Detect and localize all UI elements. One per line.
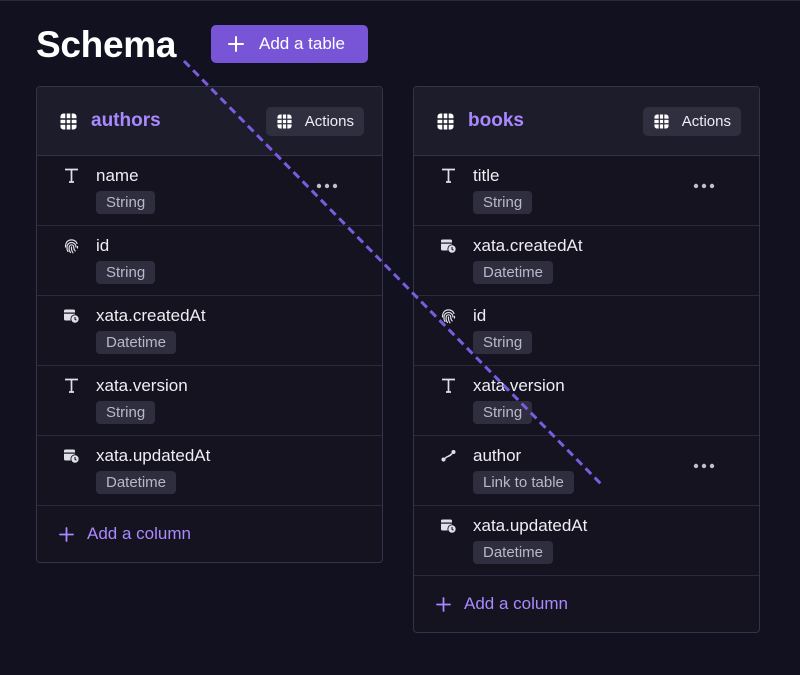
column-type-badge: String	[96, 261, 156, 284]
calendar-clock-icon	[440, 517, 457, 534]
column-name: author	[473, 446, 522, 465]
text-type-icon	[440, 167, 457, 184]
text-type-icon	[63, 167, 80, 184]
column-name: xata.updatedAt	[473, 516, 588, 535]
plus-icon	[228, 36, 244, 52]
plus-icon	[59, 526, 74, 542]
column-type-badge: Datetime	[96, 471, 177, 494]
column-type-badge: String	[473, 331, 533, 354]
column-row[interactable]: xata.version String	[414, 366, 759, 436]
column-list: name String id String xata.createdAt Datetime…	[37, 156, 382, 506]
table-header: authors Actions	[37, 87, 382, 156]
column-type-badge: Datetime	[473, 261, 554, 284]
column-name: xata.version	[473, 376, 565, 395]
table-grid-icon	[653, 113, 669, 129]
column-type-badge: Link to table	[473, 471, 574, 494]
column-type-badge: String	[473, 191, 533, 214]
column-row[interactable]: xata.updatedAt Datetime	[414, 506, 759, 576]
table-grid-icon	[437, 112, 454, 130]
table-name[interactable]: authors	[91, 110, 266, 132]
text-type-icon	[63, 377, 80, 394]
column-type-badge: Datetime	[96, 331, 177, 354]
actions-label: Actions	[681, 112, 731, 130]
column-name: name	[96, 166, 139, 185]
add-table-button[interactable]: Add a table	[211, 25, 368, 63]
calendar-clock-icon	[63, 307, 80, 324]
column-row[interactable]: author Link to table	[414, 436, 759, 506]
column-name: title	[473, 166, 500, 185]
table-grid-icon	[60, 112, 77, 130]
column-row[interactable]: xata.createdAt Datetime	[414, 226, 759, 296]
column-type-badge: String	[473, 401, 533, 424]
column-name: xata.createdAt	[96, 306, 206, 325]
column-name: id	[96, 236, 110, 255]
column-name: xata.updatedAt	[96, 446, 211, 465]
calendar-clock-icon	[440, 237, 457, 254]
more-options-icon[interactable]	[316, 176, 338, 189]
table-actions-button[interactable]: Actions	[642, 106, 741, 136]
more-options-icon[interactable]	[693, 456, 715, 469]
schema-header: Schema Add a table	[36, 23, 368, 67]
actions-label: Actions	[304, 112, 354, 130]
column-row[interactable]: xata.createdAt Datetime	[37, 296, 382, 366]
table-name[interactable]: books	[468, 110, 643, 132]
column-row[interactable]: xata.updatedAt Datetime	[37, 436, 382, 506]
column-name: xata.version	[96, 376, 188, 395]
add-column-label: Add a column	[464, 594, 568, 613]
link-icon	[440, 447, 457, 464]
column-list: title String xata.createdAt Datetime id Strin…	[414, 156, 759, 576]
plus-icon	[436, 596, 451, 612]
table-header: books Actions	[414, 87, 759, 156]
calendar-clock-icon	[63, 447, 80, 464]
more-options-icon[interactable]	[693, 176, 715, 189]
column-row[interactable]: id String	[414, 296, 759, 366]
fingerprint-icon	[440, 307, 457, 324]
column-name: xata.createdAt	[473, 236, 583, 255]
page-title: Schema	[36, 24, 177, 65]
fingerprint-icon	[63, 237, 80, 254]
column-type-badge: Datetime	[473, 541, 554, 564]
add-column-button[interactable]: Add a column	[414, 576, 759, 632]
column-row[interactable]: title String	[414, 156, 759, 226]
table-grid-icon	[276, 113, 292, 129]
table-card-books: books Actions title String xata.createdAt D…	[413, 86, 760, 633]
column-type-badge: String	[96, 401, 156, 424]
text-type-icon	[440, 377, 457, 394]
column-row[interactable]: name String	[37, 156, 382, 226]
column-type-badge: String	[96, 191, 156, 214]
table-card-authors: authors Actions name String id String xata.c…	[36, 86, 383, 563]
add-table-label: Add a table	[259, 34, 346, 53]
column-row[interactable]: xata.version String	[37, 366, 382, 436]
table-actions-button[interactable]: Actions	[265, 106, 364, 136]
column-name: id	[473, 306, 487, 325]
add-column-button[interactable]: Add a column	[37, 506, 382, 562]
add-column-label: Add a column	[87, 524, 191, 543]
column-row[interactable]: id String	[37, 226, 382, 296]
